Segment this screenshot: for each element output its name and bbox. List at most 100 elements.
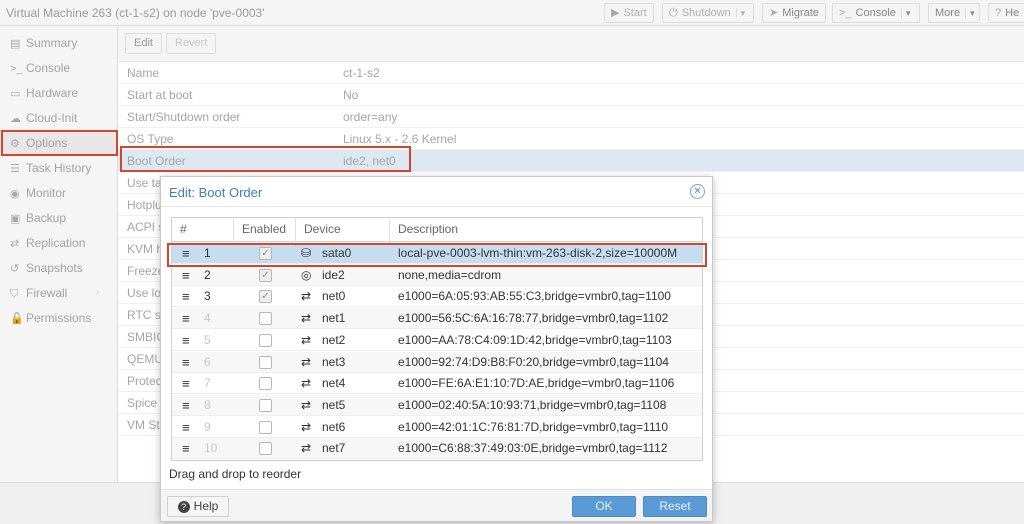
drag-handle-icon[interactable]: ≡ [182, 417, 190, 438]
column-header-description[interactable]: Description [390, 218, 702, 241]
exchange-icon: ⇄ [301, 419, 312, 434]
more-label: More [935, 7, 961, 19]
sidebar-item-firewall[interactable]: ⛉ Firewall › [0, 281, 118, 305]
play-icon: ▶ [611, 7, 620, 19]
sidebar-item-label: Snapshots [26, 261, 83, 275]
sidebar-item-summary[interactable]: ▤ Summary [0, 31, 118, 55]
more-button[interactable]: More ▾ [928, 3, 980, 23]
boot-order-row-ide2[interactable]: ≡ 2 ✓ ◎ ide2 none,media=cdrom [172, 264, 702, 286]
help-button[interactable]: ? Help [167, 496, 229, 517]
drag-handle-icon[interactable]: ≡ [182, 352, 190, 373]
enabled-checkbox[interactable] [259, 333, 272, 347]
enabled-checkbox[interactable]: ✓ [259, 268, 272, 282]
help-label: Help [193, 499, 219, 513]
sidebar-item-cloud-init[interactable]: ☁ Cloud-Init [0, 106, 118, 130]
drag-handle-icon[interactable]: ≡ [182, 308, 190, 329]
retweet-icon: ⇄ [10, 238, 20, 250]
ok-button[interactable]: OK [572, 496, 636, 517]
chevron-down-icon[interactable]: ▾ [735, 8, 746, 18]
sidebar-item-snapshots[interactable]: ↺ Snapshots [0, 256, 118, 280]
grid-header: # Enabled Device Description [172, 218, 702, 242]
revert-button[interactable]: Revert [166, 33, 217, 54]
enabled-checkbox[interactable] [259, 442, 272, 456]
option-row[interactable]: Start at boot No [118, 84, 1024, 106]
close-icon[interactable]: ✕ [690, 184, 705, 199]
drag-handle-icon[interactable]: ≡ [182, 265, 190, 286]
drag-handle-icon[interactable]: ≡ [182, 286, 190, 307]
option-row[interactable]: Name ct-1-s2 [118, 62, 1024, 84]
dialog-header: Edit: Boot Order ✕ [161, 177, 712, 207]
exchange-icon: ⇄ [301, 354, 312, 369]
window-title: Virtual Machine 263 (ct-1-s2) on node 'p… [6, 6, 265, 20]
sidebar-item-label: Firewall [26, 286, 68, 300]
option-key: Name [127, 66, 160, 80]
sidebar-item-replication[interactable]: ⇄ Replication [0, 231, 118, 255]
window-titlebar: Virtual Machine 263 (ct-1-s2) on node 'p… [0, 0, 1024, 26]
help-icon: ? [177, 501, 190, 513]
boot-order-row-net5[interactable]: ≡ 8 ⇄ net5 e1000=02:40:5A:10:93:71,bridge=vm… [172, 394, 702, 416]
help-top-button[interactable]: ? He [988, 3, 1024, 23]
column-header-enabled[interactable]: Enabled [234, 218, 296, 241]
sidebar-item-label: Replication [26, 236, 86, 250]
sidebar-item-backup[interactable]: ▣ Backup [0, 206, 118, 230]
boot-order-row-net3[interactable]: ≡ 6 ⇄ net3 e1000=92:74:D9:B8:F0:20,bridge=vm… [172, 351, 702, 373]
option-key: Spice [127, 396, 158, 410]
sidebar-item-permissions[interactable]: 🔓 Permissions [0, 306, 118, 330]
boot-order-row-net0[interactable]: ≡ 3 ✓ ⇄ net0 e1000=6A:05:93:AB:55:C3,bridge=v… [172, 286, 702, 308]
boot-order-row-net6[interactable]: ≡ 9 ⇄ net6 e1000=42:01:1C:76:81:7D,bridge=vm… [172, 417, 702, 438]
enabled-checkbox[interactable] [259, 312, 272, 326]
highlight-options [1, 130, 118, 156]
enabled-checkbox[interactable] [259, 420, 272, 434]
enabled-checkbox[interactable]: ✓ [259, 290, 272, 304]
drag-hint: Drag and drop to reorder [169, 467, 302, 481]
exchange-icon: ⇄ [301, 311, 312, 326]
chevron-down-icon[interactable]: ▾ [900, 8, 911, 18]
option-key: QEMU [127, 352, 163, 366]
help-top-label: He [1005, 7, 1020, 19]
option-key: Hotplu [127, 198, 162, 212]
device-description: e1000=6A:05:93:AB:55:C3,bridge=vmbr0,tag… [398, 289, 671, 304]
device-description: e1000=FE:6A:E1:10:7D:AE,bridge=vmbr0,tag… [398, 376, 675, 391]
boot-order-row-net4[interactable]: ≡ 7 ⇄ net4 e1000=FE:6A:E1:10:7D:AE,bridge=vm… [172, 373, 702, 395]
device-name: net4 [322, 376, 346, 391]
option-key: Use lo [127, 286, 162, 300]
row-number: 3 [204, 289, 211, 304]
shutdown-button[interactable]: ⏻ Shutdown ▾ [662, 3, 754, 23]
dialog-title: Edit: Boot Order [169, 185, 263, 200]
option-key: RTC st [127, 308, 165, 322]
start-button[interactable]: ▶ Start [604, 3, 654, 23]
option-row[interactable]: Start/Shutdown order order=any [118, 106, 1024, 128]
reset-button[interactable]: Reset [643, 496, 707, 517]
migrate-button[interactable]: ➤ Migrate [762, 3, 826, 23]
edit-button[interactable]: Edit [125, 33, 162, 54]
device-name: net5 [322, 397, 346, 412]
column-header-device[interactable]: Device [296, 218, 390, 241]
sidebar-item-task-history[interactable]: ☰ Task History [0, 156, 118, 180]
device-name: net0 [322, 289, 346, 304]
boot-order-row-net1[interactable]: ≡ 4 ⇄ net1 e1000=56:5C:6A:16:78:77,bridge=vm… [172, 308, 702, 330]
drag-handle-icon[interactable]: ≡ [182, 438, 190, 459]
console-button[interactable]: >_ Console ▾ [832, 3, 920, 23]
boot-order-row-net2[interactable]: ≡ 5 ⇄ net2 e1000=AA:78:C4:09:1D:42,bridge=vm… [172, 330, 702, 351]
enabled-checkbox[interactable] [259, 355, 272, 369]
sidebar-item-console[interactable]: >_ Console [0, 56, 118, 80]
enabled-checkbox[interactable] [259, 377, 272, 391]
cdrom-icon: ◎ [301, 267, 312, 282]
drag-handle-icon[interactable]: ≡ [182, 395, 190, 416]
chevron-right-icon: › [96, 287, 100, 298]
sidebar: ▤ Summary >_ Console ▭ Hardware ☁ Cloud-Init… [0, 26, 118, 482]
option-key: Start/Shutdown order [127, 110, 241, 124]
console-label: Console [855, 7, 896, 19]
exchange-icon: ⇄ [301, 441, 312, 456]
boot-order-row-net7[interactable]: ≡ 10 ⇄ net7 e1000=C6:88:37:49:03:0E,bridge=v… [172, 438, 702, 460]
sidebar-item-hardware[interactable]: ▭ Hardware [0, 81, 118, 105]
sidebar-item-monitor[interactable]: ◉ Monitor [0, 181, 118, 205]
drag-handle-icon[interactable]: ≡ [182, 330, 190, 351]
enabled-checkbox[interactable] [259, 398, 272, 412]
device-name: net7 [322, 441, 346, 456]
row-number: 7 [204, 376, 211, 391]
column-header-number[interactable]: # [172, 218, 234, 241]
monitor-icon: ▭ [10, 88, 21, 100]
drag-handle-icon[interactable]: ≡ [182, 373, 190, 394]
book-icon: ▤ [10, 38, 21, 50]
